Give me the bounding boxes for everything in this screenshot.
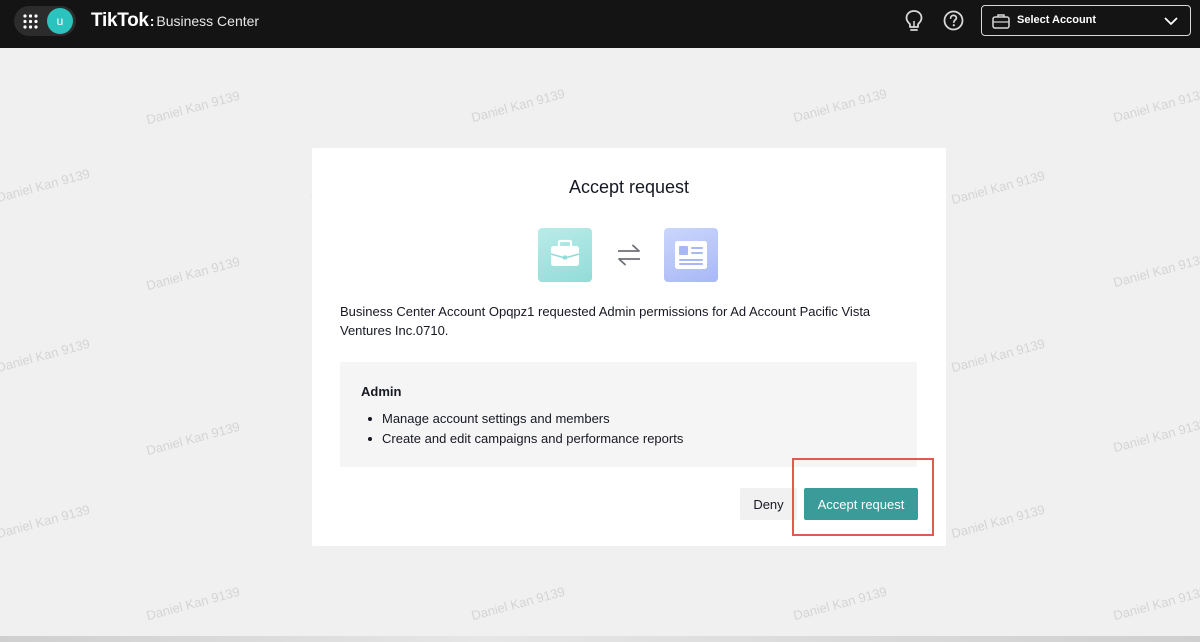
watermark: Daniel Kan 9139 [791, 583, 889, 624]
watermark: Daniel Kan 9139 [1111, 85, 1200, 126]
watermark: Daniel Kan 9139 [791, 85, 889, 126]
watermark: Daniel Kan 9139 [0, 335, 92, 376]
swap-arrows-icon [618, 244, 640, 266]
top-navigation-bar: u TikTok : Business Center Select Accoun… [0, 0, 1200, 48]
dialog-title: Accept request [568, 177, 690, 197]
watermark: Daniel Kan 9139 [0, 165, 92, 206]
watermark: Daniel Kan 9139 [469, 85, 567, 126]
watermark: Daniel Kan 9139 [1111, 415, 1200, 456]
watermark: Daniel Kan 9139 [949, 335, 1047, 376]
chevron-down-icon [1164, 17, 1178, 25]
brand-logo[interactable]: TikTok : Business Center [91, 10, 260, 31]
apps-menu-button[interactable]: u [14, 6, 76, 36]
apps-grid-icon [23, 14, 38, 29]
permission-details: Admin Manage account settings and member… [340, 362, 917, 467]
ad-account-icon [664, 228, 718, 282]
watermark: Daniel Kan 9139 [949, 501, 1047, 542]
accept-request-button[interactable]: Accept request [804, 488, 918, 520]
watermark: Daniel Kan 9139 [144, 87, 242, 128]
watermark: Daniel Kan 9139 [144, 583, 242, 624]
permission-item: Create and edit campaigns and performanc… [361, 429, 683, 449]
watermark: Daniel Kan 9139 [1111, 250, 1200, 291]
help-icon[interactable] [943, 10, 964, 31]
business-center-icon [538, 228, 592, 282]
permission-title: Admin [361, 384, 402, 399]
brand-name: TikTok [91, 10, 149, 31]
request-description: Business Center Account Opqpz1 requested… [340, 304, 871, 338]
watermark: Daniel Kan 9139 [144, 418, 242, 459]
watermark: Daniel Kan 9139 [0, 501, 92, 542]
watermark: Daniel Kan 9139 [1111, 583, 1200, 624]
permission-item: Manage account settings and members [361, 409, 683, 429]
request-icons [538, 228, 720, 282]
select-account-dropdown[interactable]: Select Account [981, 5, 1191, 36]
permission-list: Manage account settings and members Crea… [361, 409, 683, 448]
watermark: Daniel Kan 9139 [949, 167, 1047, 208]
bottom-edge [0, 636, 1200, 642]
brand-separator: : [149, 13, 155, 29]
accept-request-dialog: Accept request Business Center Account O… [312, 148, 946, 546]
briefcase-icon [992, 14, 1010, 29]
watermark: Daniel Kan 9139 [469, 583, 567, 624]
lightbulb-icon[interactable] [903, 9, 925, 33]
user-avatar[interactable]: u [47, 8, 73, 34]
select-account-label: Select Account [1017, 14, 1097, 26]
brand-product: Business Center [156, 13, 260, 29]
watermark: Daniel Kan 9139 [144, 253, 242, 294]
deny-button[interactable]: Deny [740, 488, 797, 520]
